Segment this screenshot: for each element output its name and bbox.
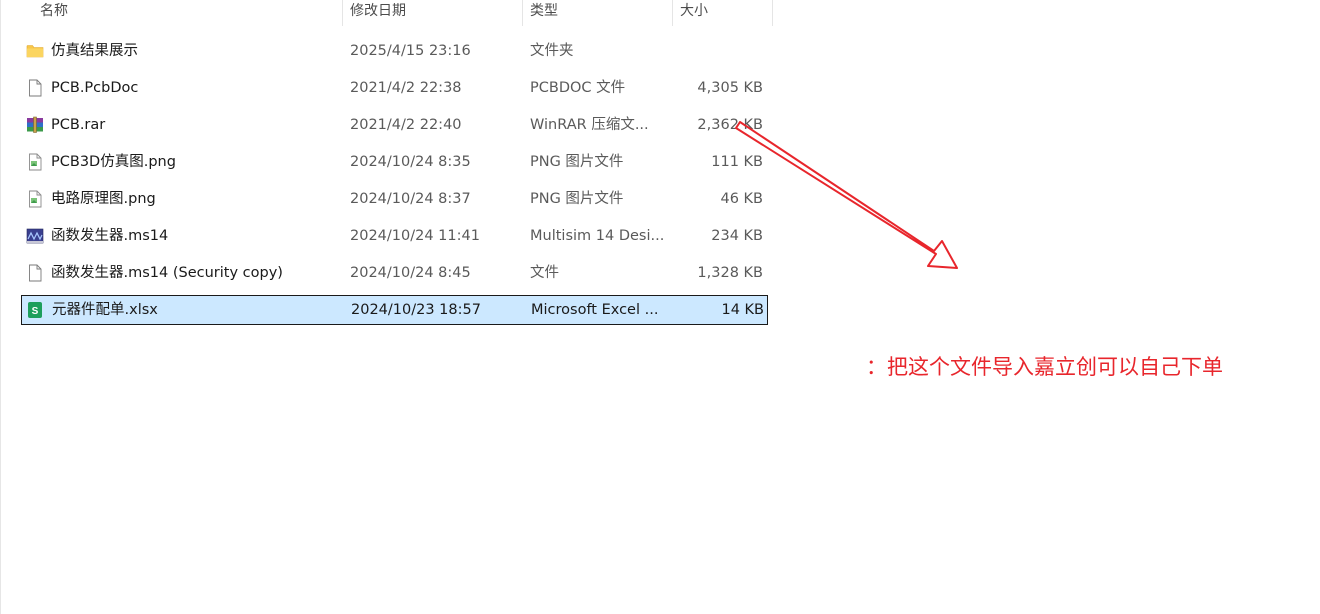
folder-icon — [26, 45, 44, 58]
file-date: 2025/4/15 23:16 — [350, 43, 471, 59]
file-date: 2024/10/24 11:41 — [350, 228, 480, 244]
file-name: 函数发生器.ms14 — [51, 228, 169, 244]
column-header-type[interactable]: 类型 — [530, 0, 558, 26]
file-type: WinRAR 压缩文... — [530, 117, 649, 133]
file-size: 111 KB — [711, 154, 763, 170]
annotation-text: ：把这个文件导入嘉立创可以自己下单 — [866, 355, 1223, 379]
file-type: PCBDOC 文件 — [530, 80, 626, 96]
winrar-icon — [27, 116, 43, 133]
column-divider[interactable] — [672, 0, 673, 26]
file-size — [671, 36, 763, 66]
file-date: 2024/10/24 8:35 — [350, 154, 471, 170]
column-header-name[interactable]: 名称 — [40, 0, 68, 26]
file-date: 2021/4/2 22:40 — [350, 117, 462, 133]
file-size: 4,305 KB — [697, 80, 763, 96]
column-divider[interactable] — [522, 0, 523, 26]
file-name: PCB3D仿真图.png — [51, 154, 176, 170]
document-icon — [29, 79, 42, 97]
file-row[interactable]: 仿真结果展示 2025/4/15 23:16 文件夹 — [21, 36, 768, 66]
file-date: 2024/10/23 18:57 — [351, 302, 481, 318]
file-size: 14 KB — [721, 302, 764, 318]
file-date: 2024/10/24 8:37 — [350, 191, 471, 207]
column-divider[interactable] — [342, 0, 343, 26]
column-divider[interactable] — [772, 0, 773, 26]
file-size: 234 KB — [711, 228, 763, 244]
file-row[interactable]: 电路原理图.png 2024/10/24 8:37 PNG 图片文件 46 KB — [21, 184, 768, 214]
document-icon — [29, 264, 42, 282]
file-type: 文件 — [530, 265, 559, 281]
file-row[interactable]: 函数发生器.ms14 2024/10/24 11:41 Multisim 14 … — [21, 221, 768, 251]
file-date: 2021/4/2 22:38 — [350, 80, 462, 96]
svg-text:S: S — [32, 306, 39, 317]
file-type: Multisim 14 Desi... — [530, 228, 665, 244]
file-type: PNG 图片文件 — [530, 154, 624, 170]
spreadsheet-icon: S — [28, 302, 42, 318]
file-type: PNG 图片文件 — [530, 191, 624, 207]
file-type: 文件夹 — [530, 43, 574, 59]
file-row[interactable]: 函数发生器.ms14 (Security copy) 2024/10/24 8:… — [21, 258, 768, 288]
file-row[interactable]: PCB.PcbDoc 2021/4/2 22:38 PCBDOC 文件 4,30… — [21, 73, 768, 103]
file-row[interactable]: PCB.rar 2021/4/2 22:40 WinRAR 压缩文... 2,3… — [21, 110, 768, 140]
image-icon — [29, 153, 42, 171]
image-icon — [29, 190, 42, 208]
column-header-row: 名称 修改日期 类型 大小 — [0, 0, 773, 26]
column-header-size[interactable]: 大小 — [680, 0, 708, 26]
file-type: Microsoft Excel ... — [531, 302, 659, 318]
file-size: 46 KB — [720, 191, 763, 207]
file-size: 1,328 KB — [697, 265, 763, 281]
file-row-selected[interactable]: S 元器件配单.xlsx 2024/10/23 18:57 Microsoft … — [21, 295, 768, 325]
file-name: PCB.rar — [51, 117, 106, 133]
file-name: PCB.PcbDoc — [51, 80, 139, 96]
file-size: 2,362 KB — [697, 117, 763, 133]
window-border — [0, 0, 1, 614]
file-name: 电路原理图.png — [51, 191, 156, 207]
file-row[interactable]: PCB3D仿真图.png 2024/10/24 8:35 PNG 图片文件 11… — [21, 147, 768, 177]
file-name: 仿真结果展示 — [51, 43, 138, 59]
file-name: 函数发生器.ms14 (Security copy) — [51, 265, 283, 281]
multisim-icon — [26, 228, 44, 244]
column-header-date[interactable]: 修改日期 — [350, 0, 406, 26]
file-date: 2024/10/24 8:45 — [350, 265, 471, 281]
file-explorer: 名称 修改日期 类型 大小 仿真结果展示 2025/4/15 23:16 文件夹… — [0, 0, 1320, 614]
file-name: 元器件配单.xlsx — [52, 302, 158, 318]
